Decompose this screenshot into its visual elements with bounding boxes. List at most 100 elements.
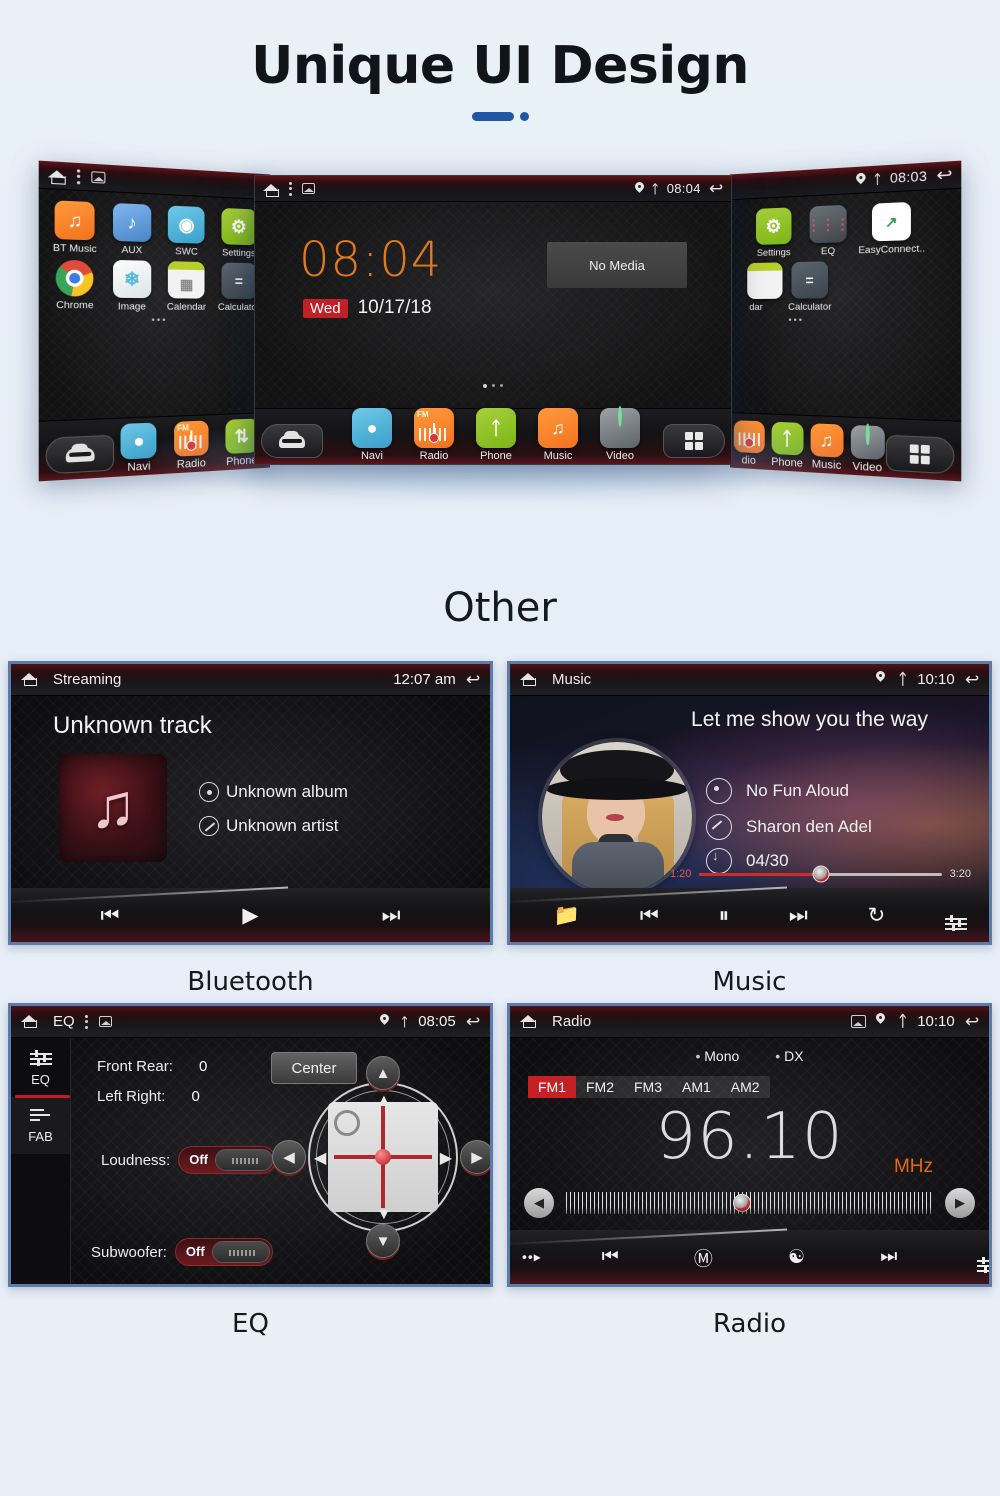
app-easyconnect[interactable]: ↗ EasyConnect.. <box>856 201 927 256</box>
image-icon[interactable] <box>91 171 106 184</box>
status-clock: 08:04 <box>666 181 701 196</box>
app-aux[interactable]: ♪ AUX <box>104 202 160 257</box>
fader-up-button[interactable]: ▲ <box>366 1056 400 1090</box>
overflow-menu-icon[interactable] <box>289 181 293 196</box>
dock-phone[interactable]: ᛏ Phone <box>768 421 807 471</box>
loudness-toggle[interactable]: Off <box>178 1146 277 1174</box>
fader-left-button[interactable]: ◀ <box>272 1140 306 1174</box>
home-icon[interactable] <box>21 670 43 689</box>
band-selector[interactable]: FM1 FM2 FM3 AM1 AM2 <box>528 1076 770 1098</box>
toggle-knob[interactable] <box>211 1241 270 1263</box>
app-image[interactable]: ❄ Image <box>104 259 160 313</box>
media-card[interactable]: No Media <box>547 242 687 288</box>
app-swc[interactable]: ◉ SWC <box>160 205 213 258</box>
tune-up-button[interactable]: ▶ <box>945 1188 975 1218</box>
progress-slider[interactable] <box>699 865 942 883</box>
app-calendar[interactable]: dar <box>730 262 783 313</box>
car-icon[interactable] <box>261 424 323 458</box>
map-pin-icon: ● <box>352 408 392 448</box>
back-arrow-icon[interactable]: ↪ <box>965 670 979 690</box>
band-fm1[interactable]: FM1 <box>528 1076 576 1098</box>
next-track-button[interactable]: ⏭ <box>789 905 808 926</box>
tuning-scale[interactable] <box>566 1192 933 1214</box>
dock-music[interactable]: ♫ Music <box>527 408 589 462</box>
eq-panel[interactable]: EQ ᛏ 08:05 ↪ EQ FAB Front Rear: 0 Left R… <box>8 1003 493 1287</box>
app-bt-music[interactable]: ♫ BT Music <box>46 200 104 256</box>
auto-search-button[interactable]: Ⓜ <box>694 1244 713 1271</box>
home-icon[interactable] <box>48 167 67 184</box>
bluetooth-panel[interactable]: Streaming 12:07 am ↪ Unknown track ♫ Unk… <box>8 661 493 945</box>
play-button[interactable]: ▶ <box>242 905 258 926</box>
next-station-button[interactable]: ⏭ <box>880 1246 897 1268</box>
radio-panel[interactable]: Radio ᛏ 10:10 ↪ Mono DX FM1 <box>507 1003 992 1287</box>
music-panel[interactable]: Music ᛏ 10:10 ↪ Let me show you the way <box>507 661 992 945</box>
progress-area[interactable]: 1:20 3:20 <box>670 865 971 883</box>
band-am1[interactable]: AM1 <box>672 1076 721 1098</box>
folder-button[interactable]: 📁 <box>554 905 580 926</box>
next-track-button[interactable]: ⏭ <box>382 905 401 926</box>
bluetooth-icon: ᛏ <box>898 671 908 688</box>
image-icon[interactable] <box>98 1016 112 1027</box>
app-calculator[interactable]: = Calculator <box>782 261 837 313</box>
equalizer-icon: ⋮⋮⋮ <box>807 204 850 244</box>
tune-down-button[interactable]: ◀ <box>524 1188 554 1218</box>
tuning-knob[interactable] <box>733 1194 752 1212</box>
dock-music[interactable]: ♫ Music <box>807 423 847 472</box>
equalizer-icon <box>29 1050 52 1066</box>
dock-radio[interactable]: FM Radio <box>403 408 465 462</box>
app-settings[interactable]: ⚙ Settings <box>747 207 800 259</box>
dock-navi[interactable]: ● Navi <box>112 422 166 475</box>
home-icon[interactable] <box>21 1012 43 1031</box>
dock-navi[interactable]: ● Navi <box>341 408 403 462</box>
app-grid-icon[interactable] <box>885 434 955 475</box>
toggle-knob[interactable] <box>215 1149 274 1171</box>
signal-strength-button[interactable]: ☯ <box>788 1246 805 1269</box>
fader-balance-pad[interactable]: ▲ ▼ ◀ ▶ ▲ ▼ ◀ ▶ <box>272 1056 490 1258</box>
back-arrow-icon[interactable]: ↪ <box>466 670 480 690</box>
previous-track-button[interactable]: ⏮ <box>640 905 659 926</box>
band-fm2[interactable]: FM2 <box>576 1076 624 1098</box>
back-arrow-icon[interactable]: ↪ <box>936 164 952 186</box>
repeat-one-button[interactable]: ↻ <box>868 905 886 926</box>
dock-phone[interactable]: ᛏ Phone <box>465 408 527 462</box>
center-home-screen[interactable]: ᛏ 08:04 ↪ 08:04 Wed 10/17/18 No Media ● … <box>254 175 732 465</box>
previous-station-button[interactable]: ⏮ <box>602 1246 619 1268</box>
dock-radio[interactable]: dio <box>730 420 768 468</box>
music-note-icon: ♫ <box>538 408 578 448</box>
dock-video[interactable]: Video <box>589 406 651 462</box>
back-arrow-icon[interactable]: ↪ <box>709 179 723 199</box>
page-indicator: ••• <box>788 314 804 326</box>
app-grid-icon[interactable] <box>663 424 725 458</box>
music-note-icon: ♫ <box>810 423 844 458</box>
overflow-menu-icon[interactable] <box>84 1014 89 1029</box>
home-icon[interactable] <box>520 670 542 689</box>
fader-position-dot[interactable] <box>375 1149 391 1165</box>
back-arrow-icon[interactable]: ↪ <box>965 1012 979 1032</box>
subwoofer-toggle[interactable]: Off <box>174 1238 273 1266</box>
previous-track-button[interactable]: ⏮ <box>101 905 120 926</box>
progress-knob[interactable] <box>812 865 829 883</box>
band-fm3[interactable]: FM3 <box>624 1076 672 1098</box>
left-app-drawer-screen[interactable]: ♫ BT Music ♪ AUX ◉ SWC ⚙ Settings Chrome… <box>38 160 270 482</box>
dx-flag[interactable]: DX <box>775 1048 803 1064</box>
page-indicator <box>255 384 731 388</box>
fader-right-button[interactable]: ▶ <box>460 1140 490 1174</box>
pause-button[interactable]: ⏸ <box>719 905 730 926</box>
tab-fab[interactable]: FAB <box>11 1095 70 1154</box>
right-app-drawer-screen[interactable]: ᛏ 08:03 ↪ ⚙ Settings ⋮⋮⋮ EQ ↗ EasyConnec… <box>730 160 962 482</box>
mono-flag[interactable]: Mono <box>695 1048 739 1064</box>
app-chrome[interactable]: Chrome <box>46 258 104 312</box>
app-eq[interactable]: ⋮⋮⋮ EQ <box>800 204 856 257</box>
app-calendar[interactable]: ▦ Calendar <box>160 261 213 313</box>
dock-radio[interactable]: FM Radio <box>165 420 216 472</box>
home-icon[interactable] <box>263 181 280 197</box>
car-icon[interactable] <box>45 434 115 475</box>
back-arrow-icon[interactable]: ↪ <box>466 1012 480 1032</box>
fader-down-button[interactable]: ▼ <box>366 1224 400 1258</box>
home-icon[interactable] <box>520 1012 542 1031</box>
dock-video[interactable]: Video <box>847 423 888 475</box>
tab-eq[interactable]: EQ <box>11 1038 70 1097</box>
band-am2[interactable]: AM2 <box>721 1076 770 1098</box>
overflow-menu-icon[interactable] <box>76 168 81 184</box>
image-icon[interactable] <box>302 183 315 194</box>
